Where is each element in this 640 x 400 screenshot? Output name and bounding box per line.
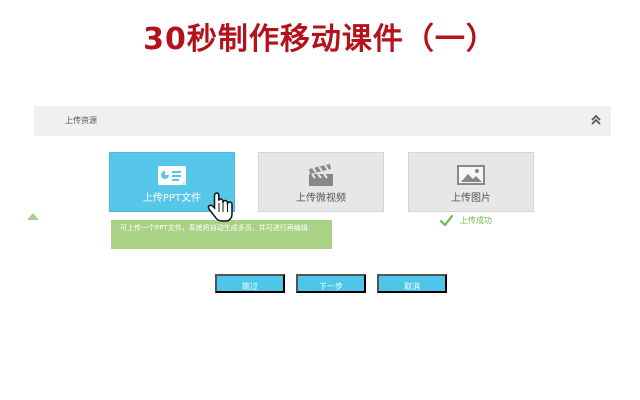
upload-success-label: 上传成功: [460, 216, 492, 225]
double-chevron-up-icon[interactable]: [590, 114, 602, 126]
presentation-file-icon: [158, 166, 186, 185]
page-title: 30秒制作移动课件（一）: [143, 22, 497, 57]
tooltip-arrow: [27, 213, 39, 220]
upload-image-label: 上传图片: [451, 193, 491, 204]
clapperboard-icon: [309, 164, 333, 186]
cancel-button[interactable]: 取消: [377, 274, 447, 293]
hand-cursor-icon: [207, 192, 233, 222]
slide: 30秒制作移动课件（一） 上传资源 上传PPT文件 上传微视频 上传图片 可上传…: [0, 0, 640, 400]
upload-success-status: 上传成功: [440, 215, 510, 229]
next-step-button[interactable]: 下一步: [296, 274, 366, 293]
upload-micro-video-button[interactable]: 上传微视频: [258, 152, 384, 212]
upload-resources-label: 上传资源: [65, 116, 97, 125]
upload-image-button[interactable]: 上传图片: [408, 152, 534, 212]
checkmark-icon: [440, 215, 453, 226]
image-icon: [457, 165, 485, 185]
upload-micro-video-label: 上传微视频: [296, 193, 346, 204]
upload-resources-header: 上传资源: [34, 106, 611, 136]
skip-button[interactable]: 跳过: [215, 274, 285, 293]
ppt-upload-tooltip: 可上传一个PPT文件，系统将自动生成多页，并可进行再编辑: [111, 220, 332, 249]
